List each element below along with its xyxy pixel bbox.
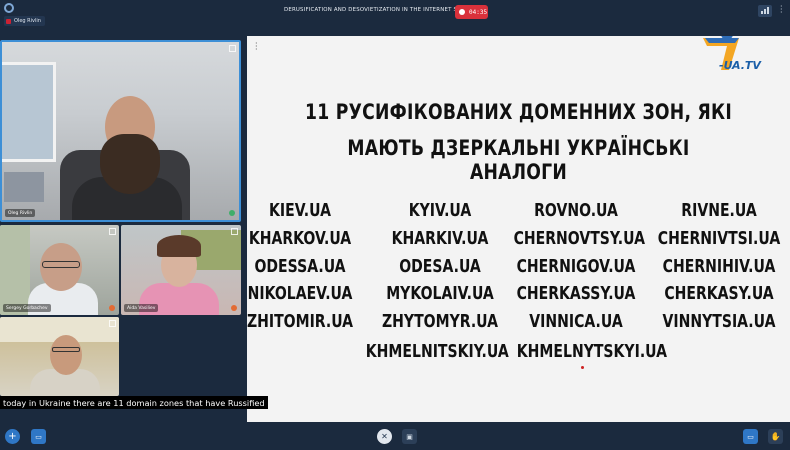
domain-item: CHERNIVTSI.UA: [657, 228, 781, 249]
domain-item: KHMELNITSKIY.UA: [365, 341, 509, 362]
person-beard: [100, 134, 160, 194]
domain-item: KHARKOV.UA: [248, 228, 352, 249]
glasses: [42, 261, 80, 268]
domain-item: RIVNE.UA: [681, 200, 757, 221]
participant-name: Aida Vasiliev: [127, 305, 156, 311]
screen-share-button[interactable]: ▭: [743, 429, 758, 444]
buildings-background: [4, 172, 44, 202]
recording-badge[interactable]: 04:35: [455, 5, 488, 19]
participant-name: Sergey Gorbachev: [6, 305, 48, 311]
participant-name-tag: Sergey Gorbachev: [3, 304, 51, 312]
domain-item: ZHITOMIR.UA: [246, 311, 354, 332]
expand-icon[interactable]: [109, 228, 116, 235]
video-tile-participant[interactable]: Aida Vasiliev: [121, 225, 241, 315]
microphone-muted-icon: ✕: [381, 432, 388, 441]
caption-text: today in Ukraine there are 11 domain zon…: [3, 397, 265, 408]
meeting-title: DERUSIFICATION AND DESOVIETIZATION IN TH…: [284, 7, 472, 13]
person-head: [50, 335, 82, 375]
participant-name-tag: Oleg Rivlin: [5, 209, 36, 217]
plus-icon: +: [8, 431, 17, 442]
expand-icon[interactable]: [229, 45, 236, 52]
more-options-icon[interactable]: · · ·: [780, 3, 784, 17]
domain-item: KHARKIV.UA: [391, 228, 489, 249]
domain-item: ROVNO.UA: [534, 200, 618, 221]
flag-background: [0, 225, 30, 315]
camera-icon: ▣: [406, 432, 413, 441]
microphone-button[interactable]: ✕: [377, 429, 392, 444]
domain-item: MYKOLAIV.UA: [386, 283, 494, 304]
window-background: [2, 62, 56, 162]
domain-item: CHERNIHIV.UA: [662, 256, 776, 277]
glasses: [52, 347, 80, 352]
domain-item: ODESA.UA: [399, 256, 481, 277]
top-bar: DERUSIFICATION AND DESOVIETIZATION IN TH…: [0, 0, 790, 26]
slide-title-line-1: 11 РУСИФІКОВАНИХ ДОМЕННИХ ЗОН, ЯКІ: [305, 100, 732, 124]
pointer-dot: [581, 366, 584, 369]
live-caption: today in Ukraine there are 11 domain zon…: [0, 396, 268, 409]
current-user-name: Oleg Rivlin: [14, 18, 41, 24]
chat-icon: ▭: [35, 432, 42, 441]
add-button[interactable]: +: [5, 429, 20, 444]
signal-bar-icon: [761, 11, 763, 14]
mic-muted-icon: [231, 305, 237, 311]
domain-item: CHERNIGOV.UA: [516, 256, 636, 277]
recording-time: 04:35: [469, 8, 488, 16]
domain-item: VINNYTSIA.UA: [662, 311, 776, 332]
participant-name: Oleg Rivlin: [8, 210, 33, 216]
camera-button[interactable]: ▣: [402, 429, 417, 444]
domain-item: VINNICA.UA: [529, 311, 623, 332]
user-flag-icon: [6, 18, 11, 24]
signal-bar-icon: [764, 9, 766, 14]
participant-name-tag: Aida Vasiliev: [124, 304, 159, 312]
expand-icon[interactable]: [109, 320, 116, 327]
mic-muted-icon: [109, 305, 115, 311]
domain-item: KYIV.UA: [408, 200, 472, 221]
video-tile-participant[interactable]: [0, 317, 119, 396]
domain-item: ZHYTOMYR.UA: [381, 311, 498, 332]
raise-hand-button[interactable]: ✋: [768, 429, 783, 444]
mic-active-icon: [229, 210, 235, 216]
person-hair: [157, 235, 201, 257]
domain-item: ODESSA.UA: [254, 256, 346, 277]
hand-icon: ✋: [770, 432, 781, 441]
screen-icon: ▭: [747, 432, 754, 441]
current-user-chip[interactable]: Oleg Rivlin: [4, 16, 45, 26]
video-tile-main[interactable]: Oleg Rivlin: [0, 40, 241, 222]
slide-more-icon[interactable]: · · ·: [255, 40, 258, 54]
chat-button[interactable]: ▭: [31, 429, 46, 444]
domain-item: KHMELNYTSKYI.UA: [516, 341, 667, 362]
bottom-toolbar: + ▭ ✕ ▣ ▭ ✋: [0, 423, 790, 450]
record-icon: [459, 9, 465, 15]
domain-item: CHERKASY.UA: [664, 283, 774, 304]
network-quality-button[interactable]: [758, 5, 772, 17]
ua-tv-logo-text: -UA.TV: [719, 59, 761, 72]
app-logo-icon: [4, 3, 14, 13]
signal-bar-icon: [767, 7, 769, 14]
video-tile-participant[interactable]: Sergey Gorbachev: [0, 225, 119, 315]
slide-title-line-2: МАЮТЬ ДЗЕРКАЛЬНІ УКРАЇНСЬКІ АНАЛОГИ: [347, 136, 690, 184]
domain-item: KIEV.UA: [269, 200, 331, 221]
domain-item: CHERKASSY.UA: [516, 283, 636, 304]
shared-screen: · · · -UA.TV 11 РУСИФІКОВАНИХ ДОМЕННИХ ЗОН…: [247, 36, 790, 422]
domain-item: NIKOLAEV.UA: [247, 283, 353, 304]
domain-item: CHERNOVTSY.UA: [513, 228, 645, 249]
